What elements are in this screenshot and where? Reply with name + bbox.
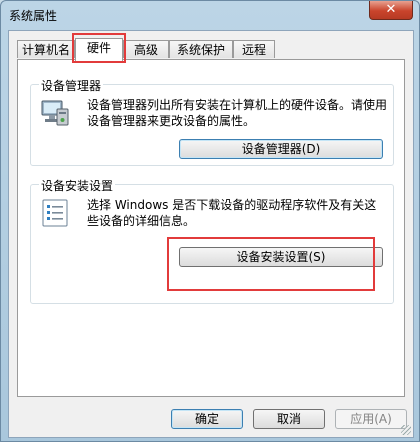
close-button[interactable]: ✕ bbox=[369, 1, 413, 20]
tab-system-protection[interactable]: 系统保护 bbox=[169, 40, 233, 58]
tab-advanced[interactable]: 高级 bbox=[123, 40, 169, 58]
tab-panel-hardware: 设备管理器 设备管理器列出所有安装在计算机上的硬件设备。请使用设备管理器来更改设… bbox=[17, 59, 405, 397]
highlight-device-install-button bbox=[167, 237, 375, 291]
device-manager-button[interactable]: 设备管理器(D) bbox=[179, 139, 383, 159]
device-install-description: 选择 Windows 是否下载设备的驱动程序软件及有关这些设备的详细信息。 bbox=[87, 198, 377, 228]
device-manager-group: 设备管理器 设备管理器列出所有安装在计算机上的硬件设备。请使用设备管理器来更改设… bbox=[30, 77, 394, 166]
highlight-hardware-tab bbox=[72, 33, 126, 63]
tab-computer-name[interactable]: 计算机名 bbox=[17, 40, 75, 58]
system-properties-window: 系统属性 ✕ 计算机名 硬件 高级 系统保护 远程 设备管理器 设备管理器列出所… bbox=[0, 0, 420, 442]
window-title: 系统属性 bbox=[9, 9, 58, 23]
device-install-title: 设备安装设置 bbox=[39, 177, 116, 194]
close-icon: ✕ bbox=[385, 2, 397, 17]
device-manager-description: 设备管理器列出所有安装在计算机上的硬件设备。请使用设备管理器来更改设备的属性。 bbox=[87, 98, 388, 128]
ok-button[interactable]: 确定 bbox=[171, 409, 243, 429]
apply-button[interactable]: 应用(A) bbox=[335, 409, 407, 429]
tab-remote[interactable]: 远程 bbox=[233, 40, 275, 58]
device-manager-icon bbox=[39, 97, 71, 129]
cancel-button[interactable]: 取消 bbox=[253, 409, 325, 429]
device-manager-title: 设备管理器 bbox=[39, 77, 104, 94]
client-area: 计算机名 硬件 高级 系统保护 远程 设备管理器 设备管理器列出所有安装在计算机… bbox=[8, 30, 414, 438]
title-bar[interactable]: 系统属性 ✕ bbox=[1, 1, 419, 31]
resize-grip[interactable] bbox=[401, 425, 411, 435]
checklist-icon bbox=[39, 197, 71, 229]
